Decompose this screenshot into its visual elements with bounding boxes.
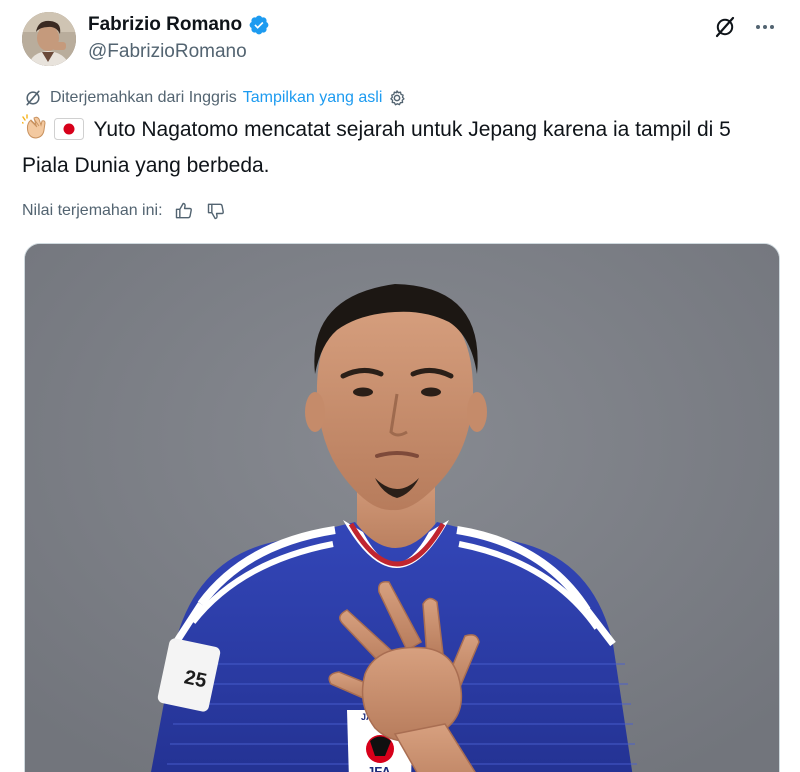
author-handle[interactable]: @FabrizioRomano <box>88 39 270 65</box>
player-photo: 25 JAPAN JFA <box>25 244 779 772</box>
grok-slash-icon[interactable] <box>712 14 738 40</box>
author-display-name[interactable]: Fabrizio Romano <box>88 13 242 37</box>
thumbs-up-icon[interactable] <box>173 200 195 222</box>
verified-badge-icon <box>248 14 270 36</box>
translated-from-label: Diterjemahkan dari Inggris <box>50 89 237 106</box>
rate-translation: Nilai terjemahan ini: <box>22 199 227 223</box>
avatar-image <box>22 12 76 66</box>
translate-icon <box>22 87 44 109</box>
tweet-header: Fabrizio Romano @FabrizioRomano <box>22 12 778 68</box>
sleeve-badge-number: 25 <box>182 666 208 692</box>
author-names: Fabrizio Romano @FabrizioRomano <box>88 12 270 65</box>
crest-sub: JFA <box>367 764 391 772</box>
clapping-hands-emoji <box>20 114 50 150</box>
tweet-text: Yuto Nagatomo mencatat sejarah untuk Jep… <box>20 114 782 182</box>
tweet-media-photo[interactable]: 25 JAPAN JFA <box>24 243 780 772</box>
tweet-card: Fabrizio Romano @FabrizioRomano Diterjem… <box>0 0 800 772</box>
rate-translation-label: Nilai terjemahan ini: <box>22 202 163 219</box>
more-dots-icon[interactable] <box>752 14 778 40</box>
tweet-body: Yuto Nagatomo mencatat sejarah untuk Jep… <box>22 118 731 177</box>
avatar[interactable] <box>22 12 76 66</box>
japan-flag-emoji <box>54 118 84 150</box>
translation-bar: Diterjemahkan dari Inggris Tampilkan yan… <box>22 86 408 110</box>
name-row: Fabrizio Romano <box>88 13 270 37</box>
thumbs-down-icon[interactable] <box>205 200 227 222</box>
gear-icon[interactable] <box>386 87 408 109</box>
header-actions <box>712 12 778 40</box>
show-original-link[interactable]: Tampilkan yang asli <box>243 89 383 107</box>
